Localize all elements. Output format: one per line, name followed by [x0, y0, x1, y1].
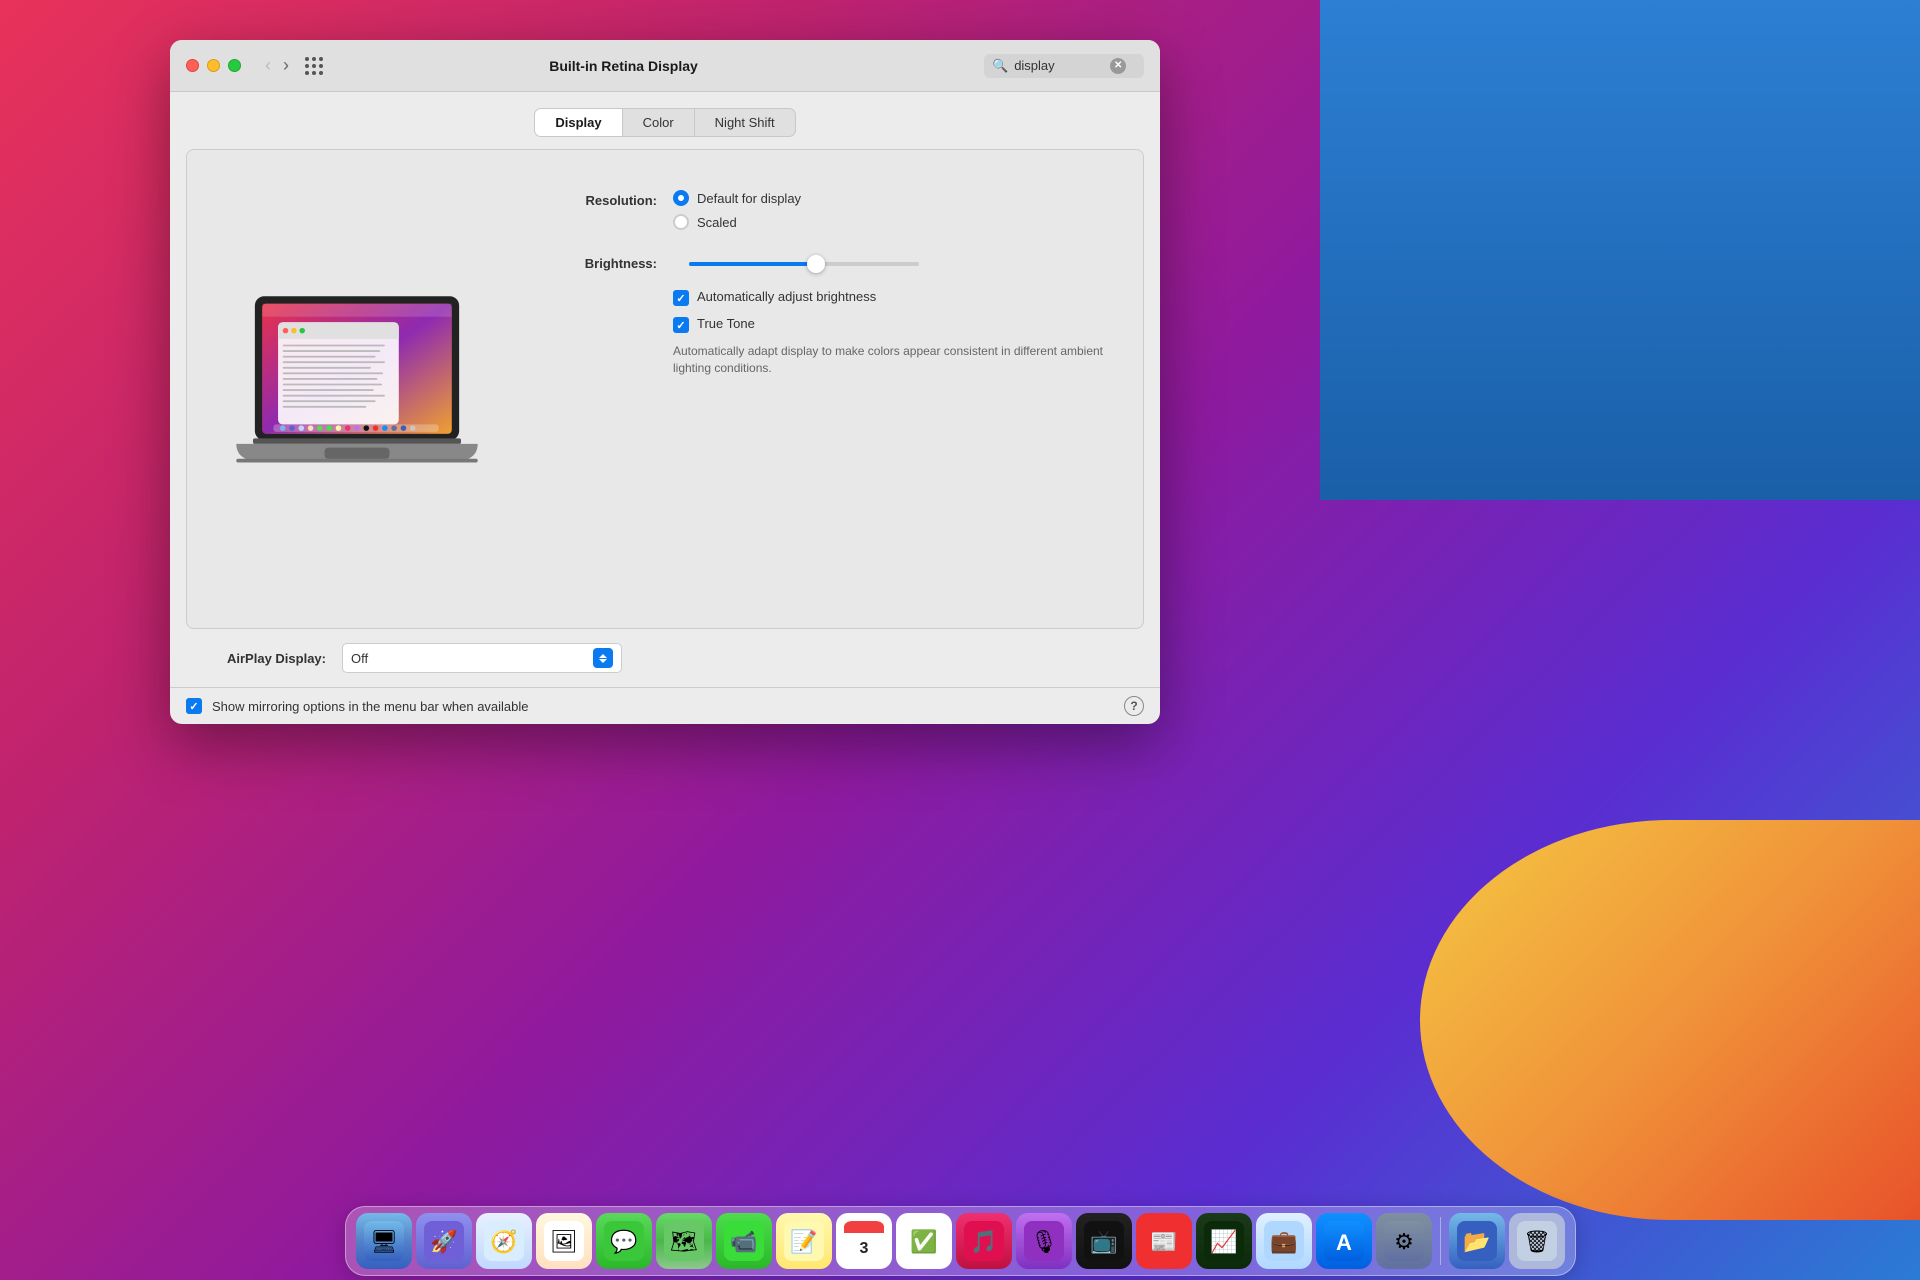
chevron-up-icon [599, 654, 607, 658]
svg-text:📰: 📰 [1150, 1229, 1177, 1254]
dock-item-stocks[interactable]: 📈 [1196, 1213, 1252, 1269]
auto-brightness-row: Automatically adjust brightness [673, 289, 1113, 306]
brightness-label: Brightness: [537, 256, 657, 271]
system-preferences-window: ‹ › Built-in Retina Display 🔍 ✕ Display … [170, 40, 1160, 724]
true-tone-row: True Tone [673, 316, 1113, 333]
window-title: Built-in Retina Display [263, 58, 984, 74]
tab-display[interactable]: Display [535, 109, 622, 136]
svg-text:🗺: 🗺 [670, 1229, 698, 1254]
svg-text:📺: 📺 [1090, 1229, 1117, 1254]
tab-color[interactable]: Color [623, 109, 695, 136]
airplay-label: AirPlay Display: [186, 651, 326, 666]
auto-brightness-checkbox[interactable] [673, 290, 689, 306]
svg-text:🎙: 🎙 [1030, 1229, 1058, 1254]
resolution-setting: Resolution: Default for display Scaled [537, 190, 1113, 238]
svg-text:📈: 📈 [1210, 1229, 1237, 1254]
search-input[interactable] [1014, 58, 1104, 73]
resolution-scaled-label: Scaled [697, 215, 737, 230]
dock-item-news[interactable]: 📰 [1136, 1213, 1192, 1269]
dock-item-music[interactable]: 🎵 [956, 1213, 1012, 1269]
background-top-right [1320, 0, 1920, 500]
laptop-preview [217, 180, 497, 598]
tabs-container: Display Color Night Shift [170, 92, 1160, 137]
dock-item-photos[interactable]: 🖼 [536, 1213, 592, 1269]
settings-panel: Resolution: Default for display Scaled B… [537, 180, 1113, 598]
brightness-slider-track[interactable] [689, 262, 919, 266]
display-content-area: Resolution: Default for display Scaled B… [186, 149, 1144, 629]
dock-item-calendar[interactable]: 3 [836, 1213, 892, 1269]
search-clear-button[interactable]: ✕ [1110, 58, 1126, 74]
airplay-row: AirPlay Display: Off [170, 629, 1160, 687]
true-tone-checkbox[interactable] [673, 317, 689, 333]
svg-text:🎵: 🎵 [970, 1229, 997, 1254]
airplay-select-arrow [593, 648, 613, 668]
search-icon: 🔍 [992, 58, 1008, 74]
help-button[interactable]: ? [1124, 696, 1144, 716]
brightness-setting: Brightness: [537, 256, 1113, 271]
brightness-slider-fill [689, 262, 816, 266]
airplay-select[interactable]: Off [342, 643, 622, 673]
dock-item-reminders[interactable]: ✅ [896, 1213, 952, 1269]
chevron-down-icon [599, 659, 607, 663]
title-bar: ‹ › Built-in Retina Display 🔍 ✕ [170, 40, 1160, 92]
dock-background: 🖥 🚀 🧭 🖼 💬 [345, 1206, 1576, 1276]
dock-item-finder[interactable]: 🖥 [356, 1213, 412, 1269]
svg-text:3: 3 [859, 1240, 868, 1257]
resolution-default-label: Default for display [697, 191, 801, 206]
svg-text:📹: 📹 [730, 1229, 757, 1254]
dock-item-podcasts[interactable]: 🎙 [1016, 1213, 1072, 1269]
close-button[interactable] [186, 59, 199, 72]
laptop-svg [227, 287, 487, 491]
dock: 🖥 🚀 🧭 🖼 💬 [0, 1200, 1920, 1280]
dock-item-finder2[interactable]: 📂 [1449, 1213, 1505, 1269]
maximize-button[interactable] [228, 59, 241, 72]
dock-item-iwork[interactable]: 💼 [1256, 1213, 1312, 1269]
traffic-lights [186, 59, 241, 72]
svg-text:🖥: 🖥 [370, 1229, 398, 1254]
dock-item-messages[interactable]: 💬 [596, 1213, 652, 1269]
svg-text:💼: 💼 [1270, 1229, 1297, 1254]
true-tone-label: True Tone [697, 316, 755, 331]
resolution-controls: Default for display Scaled [673, 190, 1113, 238]
search-bar[interactable]: 🔍 ✕ [984, 54, 1144, 78]
auto-brightness-label: Automatically adjust brightness [697, 289, 876, 304]
svg-text:🖼: 🖼 [550, 1229, 578, 1254]
dock-item-appletv[interactable]: 📺 [1076, 1213, 1132, 1269]
resolution-default-option[interactable]: Default for display [673, 190, 1113, 206]
svg-text:✅: ✅ [910, 1229, 937, 1254]
mirroring-checkbox[interactable] [186, 698, 202, 714]
resolution-label: Resolution: [537, 190, 657, 208]
resolution-scaled-radio[interactable] [673, 214, 689, 230]
resolution-scaled-option[interactable]: Scaled [673, 214, 1113, 230]
mirroring-label: Show mirroring options in the menu bar w… [212, 699, 529, 714]
svg-text:🚀: 🚀 [430, 1229, 457, 1254]
true-tone-description: Automatically adapt display to make colo… [673, 343, 1113, 377]
brightness-slider-thumb[interactable] [807, 255, 825, 273]
dock-item-appstore[interactable]: A [1316, 1213, 1372, 1269]
svg-text:🧭: 🧭 [490, 1229, 517, 1254]
dock-item-trash[interactable]: 🗑 [1509, 1213, 1565, 1269]
dock-item-launchpad[interactable]: 🚀 [416, 1213, 472, 1269]
airplay-select-value: Off [351, 651, 368, 666]
resolution-default-radio[interactable] [673, 190, 689, 206]
svg-text:🗑: 🗑 [1523, 1229, 1551, 1254]
dock-item-facetime[interactable]: 📹 [716, 1213, 772, 1269]
background-bottom-right [1420, 820, 1920, 1220]
svg-text:⚙: ⚙ [1394, 1229, 1414, 1254]
svg-text:📂: 📂 [1463, 1229, 1490, 1254]
svg-text:💬: 💬 [610, 1229, 637, 1254]
tabs: Display Color Night Shift [534, 108, 795, 137]
minimize-button[interactable] [207, 59, 220, 72]
dock-item-safari[interactable]: 🧭 [476, 1213, 532, 1269]
svg-text:📝: 📝 [790, 1229, 817, 1254]
dock-item-maps[interactable]: 🗺 [656, 1213, 712, 1269]
dock-item-notes[interactable]: 📝 [776, 1213, 832, 1269]
mirroring-row: Show mirroring options in the menu bar w… [170, 687, 1160, 724]
tab-night-shift[interactable]: Night Shift [695, 109, 795, 136]
dock-separator [1440, 1217, 1441, 1265]
svg-text:A: A [1336, 1230, 1352, 1255]
dock-item-system-preferences[interactable]: ⚙ [1376, 1213, 1432, 1269]
